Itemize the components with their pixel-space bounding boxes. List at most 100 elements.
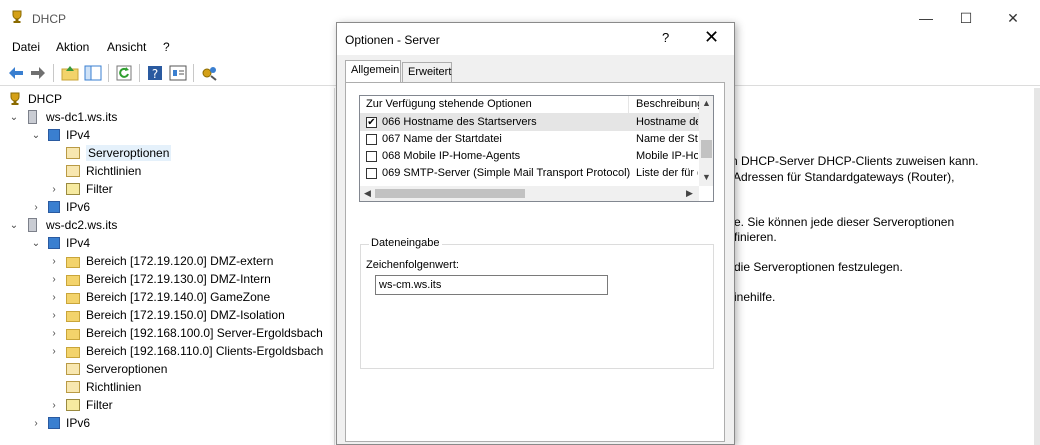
chevron-down-icon[interactable]: ⌄ [8, 220, 20, 231]
scroll-down-icon[interactable]: ▼ [702, 172, 711, 182]
scroll-up-icon[interactable]: ▲ [702, 98, 711, 108]
tree-item-scope[interactable]: › Bereich [172.19.120.0] DMZ-extern [48, 252, 273, 270]
folder-icon [66, 274, 80, 286]
chevron-down-icon[interactable]: ⌄ [30, 238, 42, 249]
tree-item-richtlinien[interactable]: Richtlinien [48, 378, 141, 396]
help-icon[interactable]: ? [145, 63, 165, 83]
tab-allgemein[interactable]: Allgemein [345, 60, 401, 83]
chevron-right-icon[interactable]: › [48, 328, 60, 339]
tree-item-ipv4[interactable]: ⌄ IPv4 [30, 234, 90, 252]
scroll-left-icon[interactable]: ◀ [364, 188, 371, 199]
tree-item-dhcp[interactable]: DHCP [8, 90, 62, 108]
chevron-right-icon[interactable]: › [30, 418, 42, 429]
dialog-help-button[interactable]: ? [662, 30, 669, 45]
tree-item-scope[interactable]: › Bereich [172.19.140.0] GameZone [48, 288, 270, 306]
option-row[interactable]: 067 Name der Startdatei Name der Start [360, 131, 699, 148]
option-row[interactable]: 068 Mobile IP-Home-Agents Mobile IP-Hom [360, 148, 699, 165]
chevron-right-icon[interactable]: › [30, 202, 42, 213]
tree-label: Serveroptionen [86, 145, 172, 161]
description-text: finieren. [734, 230, 777, 244]
string-value-label: Zeichenfolgenwert: [366, 259, 459, 271]
tree-item-serveroptionen[interactable]: Serveroptionen [48, 360, 167, 378]
toolbar-separator [139, 64, 140, 82]
tree-label: Richtlinien [86, 164, 142, 178]
chevron-right-icon[interactable]: › [48, 292, 60, 303]
tree-item-richtlinien[interactable]: Richtlinien [48, 162, 141, 180]
back-icon[interactable] [6, 63, 26, 83]
tree-item-filter[interactable]: › Filter [48, 396, 113, 414]
chevron-down-icon[interactable]: ⌄ [8, 112, 20, 123]
column-separator[interactable] [628, 96, 629, 114]
tree-item-scope[interactable]: › Bereich [172.19.130.0] DMZ-Intern [48, 270, 270, 288]
chevron-right-icon[interactable]: › [48, 400, 60, 411]
dialog-close-button[interactable]: ✕ [704, 27, 719, 48]
option-row[interactable]: ✔ 066 Hostname des Startservers Hostname… [360, 114, 699, 131]
close-window-button[interactable]: ✕ [1004, 9, 1022, 27]
chevron-right-icon[interactable]: › [48, 274, 60, 285]
column-header-options[interactable]: Zur Verfügung stehende Optionen [366, 98, 532, 110]
menu-aktion[interactable]: Aktion [56, 40, 89, 54]
tree-item-ipv4[interactable]: ⌄ IPv4 [30, 126, 90, 144]
option-checkbox[interactable] [366, 151, 377, 162]
chevron-down-icon[interactable]: ⌄ [30, 130, 42, 141]
minimize-button[interactable]: — [917, 9, 935, 27]
option-checkbox[interactable] [366, 134, 377, 145]
chevron-right-icon[interactable]: › [48, 184, 60, 195]
maximize-button[interactable]: ☐ [957, 9, 975, 27]
menu-ansicht[interactable]: Ansicht [107, 40, 146, 54]
options-list-hscrollbar[interactable]: ◀ ▶ [360, 186, 699, 201]
option-row[interactable]: 069 SMTP-Server (Simple Mail Transport P… [360, 165, 699, 182]
option-name: 068 Mobile IP-Home-Agents [382, 150, 521, 162]
tree-item-scope[interactable]: › Bereich [192.168.100.0] Server-Ergolds… [48, 324, 322, 342]
server-options-icon [66, 147, 80, 159]
configure-icon[interactable] [199, 63, 219, 83]
policies-icon [66, 165, 80, 177]
up-folder-icon[interactable] [60, 63, 80, 83]
tree-label: Bereich [172.19.150.0] DMZ-Isolation [86, 308, 285, 322]
description-text: Adressen für Standardgateways (Router), [733, 170, 955, 184]
option-checkbox[interactable] [366, 168, 377, 179]
tree-label: Filter [86, 182, 113, 196]
tree-label: Filter [86, 398, 113, 412]
options-list-header: Zur Verfügung stehende Optionen Beschrei… [360, 96, 703, 114]
tree-item-scope[interactable]: › Bereich [192.168.110.0] Clients-Ergold… [48, 342, 323, 360]
refresh-icon[interactable] [114, 63, 134, 83]
details-scrollbar[interactable] [1034, 88, 1040, 445]
folder-icon [66, 346, 80, 358]
tree-item-ipv6[interactable]: › IPv6 [30, 198, 90, 216]
scroll-thumb[interactable] [375, 189, 525, 198]
menu-datei[interactable]: Datei [12, 40, 40, 54]
tree-item-ipv6[interactable]: › IPv6 [30, 414, 90, 432]
server-icon [28, 110, 37, 124]
scroll-right-icon[interactable]: ▶ [686, 188, 693, 199]
tree-label: Bereich [192.168.110.0] Clients-Ergoldsb… [86, 344, 324, 358]
chevron-right-icon[interactable]: › [48, 256, 60, 267]
show-hide-tree-icon[interactable] [83, 63, 103, 83]
ipv6-icon [48, 417, 60, 429]
folder-icon [66, 328, 80, 340]
menu-help[interactable]: ? [163, 40, 170, 54]
chevron-right-icon[interactable]: › [48, 310, 60, 321]
tree-item-serveroptionen[interactable]: Serveroptionen [48, 144, 172, 162]
options-list[interactable]: Zur Verfügung stehende Optionen Beschrei… [359, 95, 714, 202]
tree-item-server2[interactable]: ⌄ ws-dc2.ws.its [8, 216, 117, 234]
ipv4-icon [48, 129, 60, 141]
column-header-description[interactable]: Beschreibung [636, 98, 703, 110]
tree-item-server1[interactable]: ⌄ ws-dc1.ws.its [8, 108, 117, 126]
tree-item-filter[interactable]: › Filter [48, 180, 113, 198]
option-checkbox[interactable]: ✔ [366, 117, 377, 128]
string-value-input[interactable]: ws-cm.ws.its [375, 275, 608, 295]
properties-icon[interactable] [168, 63, 188, 83]
chevron-right-icon[interactable]: › [48, 346, 60, 357]
description-text: inehilfe. [734, 290, 776, 304]
options-list-vscrollbar[interactable]: ▲ ▼ [699, 96, 713, 186]
tree-item-scope[interactable]: › Bereich [172.19.150.0] DMZ-Isolation [48, 306, 285, 324]
tree-label: DHCP [28, 92, 63, 106]
tab-erweitert[interactable]: Erweitert [402, 62, 452, 82]
filter-icon [66, 183, 80, 195]
tree-label: IPv4 [66, 128, 91, 142]
dialog-title: Optionen - Server [345, 33, 440, 47]
scroll-thumb[interactable] [701, 140, 712, 158]
tree-label: ws-dc1.ws.its [46, 110, 118, 124]
forward-icon[interactable] [28, 63, 48, 83]
